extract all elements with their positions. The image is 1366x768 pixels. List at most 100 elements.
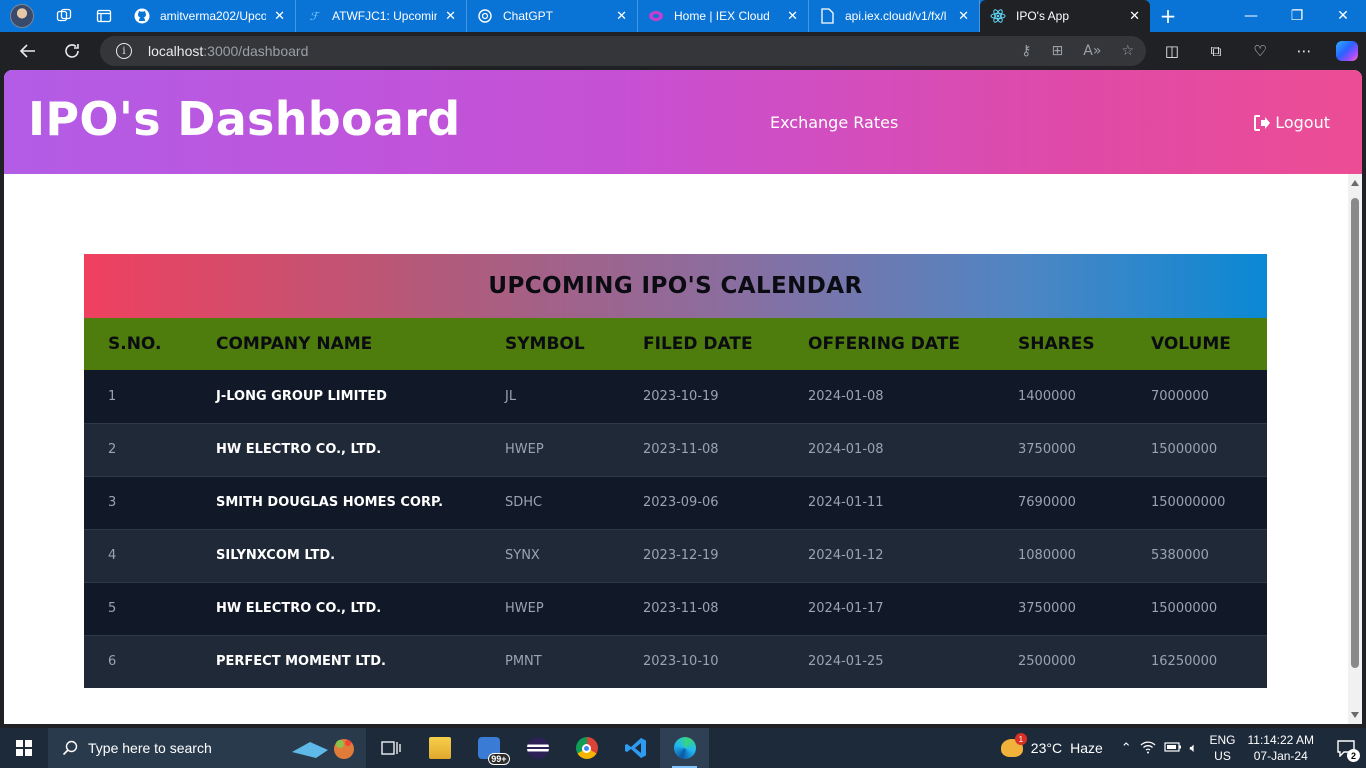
cell-symbol: HWEP <box>505 442 544 457</box>
url-path: :3000/dashboard <box>203 43 309 59</box>
tab-title: ATWFJC1: Upcoming <box>332 9 438 23</box>
table-row: 3 SMITH DOUGLAS HOMES CORP. SDHC 2023-09… <box>84 476 1267 529</box>
vscode-icon <box>624 738 646 758</box>
refresh-icon <box>65 44 79 58</box>
tab-actions-icon[interactable] <box>84 0 124 32</box>
close-tab-icon[interactable]: ✕ <box>787 8 798 24</box>
exchange-rates-link[interactable]: Exchange Rates <box>770 113 898 132</box>
system-tray: 1 23°C Haze ⌃ 🔈︎ ENG US 11:14:22 AM 07-J… <box>1000 728 1366 768</box>
tab-title: Home | IEX Cloud <box>674 9 770 23</box>
chevron-up-icon[interactable]: ⌃ <box>1121 740 1132 756</box>
close-tab-icon[interactable]: ✕ <box>1129 8 1140 24</box>
profile-avatar-icon <box>10 4 34 28</box>
cell-shares: 1400000 <box>1018 388 1076 404</box>
taskbar-edge[interactable] <box>660 728 709 768</box>
scroll-up-icon[interactable] <box>1351 180 1359 186</box>
workspaces-icon[interactable] <box>44 0 84 32</box>
key-icon[interactable]: ⚷ <box>1021 43 1031 59</box>
search-icon <box>62 740 78 756</box>
cell-symbol: HWEP <box>505 601 544 616</box>
cell-symbol: JL <box>505 388 517 404</box>
weather-haze-icon: 1 <box>1000 733 1027 757</box>
address-bar-actions: ⚷ ⊞ A» ☆ <box>1021 36 1134 66</box>
column-header-volume: VOLUME <box>1151 334 1231 354</box>
read-aloud-icon[interactable]: A» <box>1083 43 1101 59</box>
taskbar-chrome[interactable] <box>562 728 611 768</box>
restore-button[interactable]: ❐ <box>1274 0 1320 32</box>
tab-title: IPO's App <box>1016 9 1069 23</box>
app-header: IPO's Dashboard Exchange Rates Logout <box>4 70 1362 174</box>
cell-company: HW ELECTRO CO., LTD. <box>216 601 382 616</box>
taskbar-clock[interactable]: 11:14:22 AM 07-Jan-24 <box>1248 732 1315 764</box>
back-button[interactable] <box>6 32 50 70</box>
cell-sno: 6 <box>108 654 117 670</box>
logout-icon <box>1254 114 1271 131</box>
browser-tab-chatgpt[interactable]: ChatGPT ✕ <box>467 0 638 32</box>
address-bar[interactable]: i localhost:3000/dashboard ⚷ ⊞ A» ☆ <box>100 36 1146 66</box>
plus-icon: + <box>1159 4 1177 28</box>
close-tab-icon[interactable]: ✕ <box>958 8 969 24</box>
collections-icon[interactable]: ⧉ <box>1194 42 1238 60</box>
cell-company: HW ELECTRO CO., LTD. <box>216 442 382 457</box>
ipo-calendar-card: UPCOMING IPO'S CALENDAR S.NO. COMPANY NA… <box>84 254 1267 688</box>
browser-tab-ipos-app[interactable]: IPO's App ✕ <box>980 0 1150 32</box>
start-button[interactable] <box>0 728 48 768</box>
logout-button[interactable]: Logout <box>1253 113 1330 132</box>
browser-tab-atwfjc1[interactable]: ℱ ATWFJC1: Upcoming ✕ <box>296 0 467 32</box>
minimize-button[interactable]: — <box>1228 0 1274 32</box>
table-row: 1 J-LONG GROUP LIMITED JL 2023-10-19 202… <box>84 370 1267 423</box>
taskbar-file-explorer[interactable] <box>415 728 464 768</box>
notification-count: 2 <box>1347 749 1360 762</box>
taskbar-mail[interactable]: 99+ <box>464 728 513 768</box>
weather-widget[interactable]: 1 23°C Haze <box>1000 733 1103 757</box>
chrome-icon <box>575 737 598 759</box>
scrollbar-thumb[interactable] <box>1351 198 1359 668</box>
copilot-icon[interactable] <box>1336 41 1358 61</box>
language-indicator[interactable]: ENG US <box>1209 732 1235 764</box>
cell-offering-date: 2024-01-17 <box>808 601 884 616</box>
apps-icon[interactable]: ⊞ <box>1052 43 1064 59</box>
cell-company: SILYNXCOM LTD. <box>216 548 336 563</box>
cell-sno: 2 <box>108 442 117 457</box>
tab-title: api.iex.cloud/v1/fx/l <box>845 9 947 23</box>
column-header-company: COMPANY NAME <box>216 334 373 354</box>
cell-filed-date: 2023-11-08 <box>643 442 719 457</box>
page-title: IPO's Dashboard <box>28 92 461 146</box>
more-options-icon[interactable]: ⋯ <box>1282 42 1326 60</box>
close-tab-icon[interactable]: ✕ <box>274 8 285 24</box>
cell-sno: 5 <box>108 601 117 616</box>
cell-volume: 5380000 <box>1151 548 1209 563</box>
notification-center-button[interactable]: 2 <box>1326 728 1366 768</box>
ipo-table: S.NO. COMPANY NAME SYMBOL FILED DATE OFF… <box>84 318 1267 688</box>
taskbar-eclipse[interactable] <box>513 728 562 768</box>
scroll-down-icon[interactable] <box>1351 712 1359 718</box>
page-scrollbar[interactable] <box>1348 174 1362 724</box>
react-icon <box>990 8 1006 24</box>
favorite-star-icon[interactable]: ☆ <box>1121 43 1134 59</box>
split-screen-icon[interactable]: ◫ <box>1150 42 1194 60</box>
new-tab-button[interactable]: + <box>1150 0 1186 32</box>
cell-shares: 2500000 <box>1018 654 1076 670</box>
browser-tab-iex-api[interactable]: api.iex.cloud/v1/fx/l ✕ <box>809 0 980 32</box>
volume-icon[interactable]: 🔈︎ <box>1190 740 1198 756</box>
taskbar-search[interactable]: Type here to search <box>48 728 366 768</box>
browser-tab-github[interactable]: amitverma202/Upco ✕ <box>124 0 296 32</box>
close-window-button[interactable]: ✕ <box>1320 0 1366 32</box>
battery-icon[interactable] <box>1164 741 1182 756</box>
close-icon: ✕ <box>1337 8 1349 24</box>
task-view-button[interactable] <box>366 728 415 768</box>
language-line2: US <box>1214 749 1231 763</box>
cell-filed-date: 2023-11-08 <box>643 601 719 616</box>
browser-essentials-icon[interactable]: ♡ <box>1238 42 1282 60</box>
close-tab-icon[interactable]: ✕ <box>616 8 627 24</box>
cell-filed-date: 2023-10-19 <box>643 388 719 404</box>
site-info-icon[interactable]: i <box>116 43 132 59</box>
browser-tab-iex-cloud[interactable]: Home | IEX Cloud ✕ <box>638 0 809 32</box>
profile-button[interactable] <box>0 0 44 32</box>
wifi-icon[interactable] <box>1140 740 1156 757</box>
column-header-sno: S.NO. <box>108 334 162 354</box>
refresh-button[interactable] <box>50 32 94 70</box>
taskbar-vscode[interactable] <box>611 728 660 768</box>
restore-icon: ❐ <box>1290 8 1304 24</box>
close-tab-icon[interactable]: ✕ <box>445 8 456 24</box>
